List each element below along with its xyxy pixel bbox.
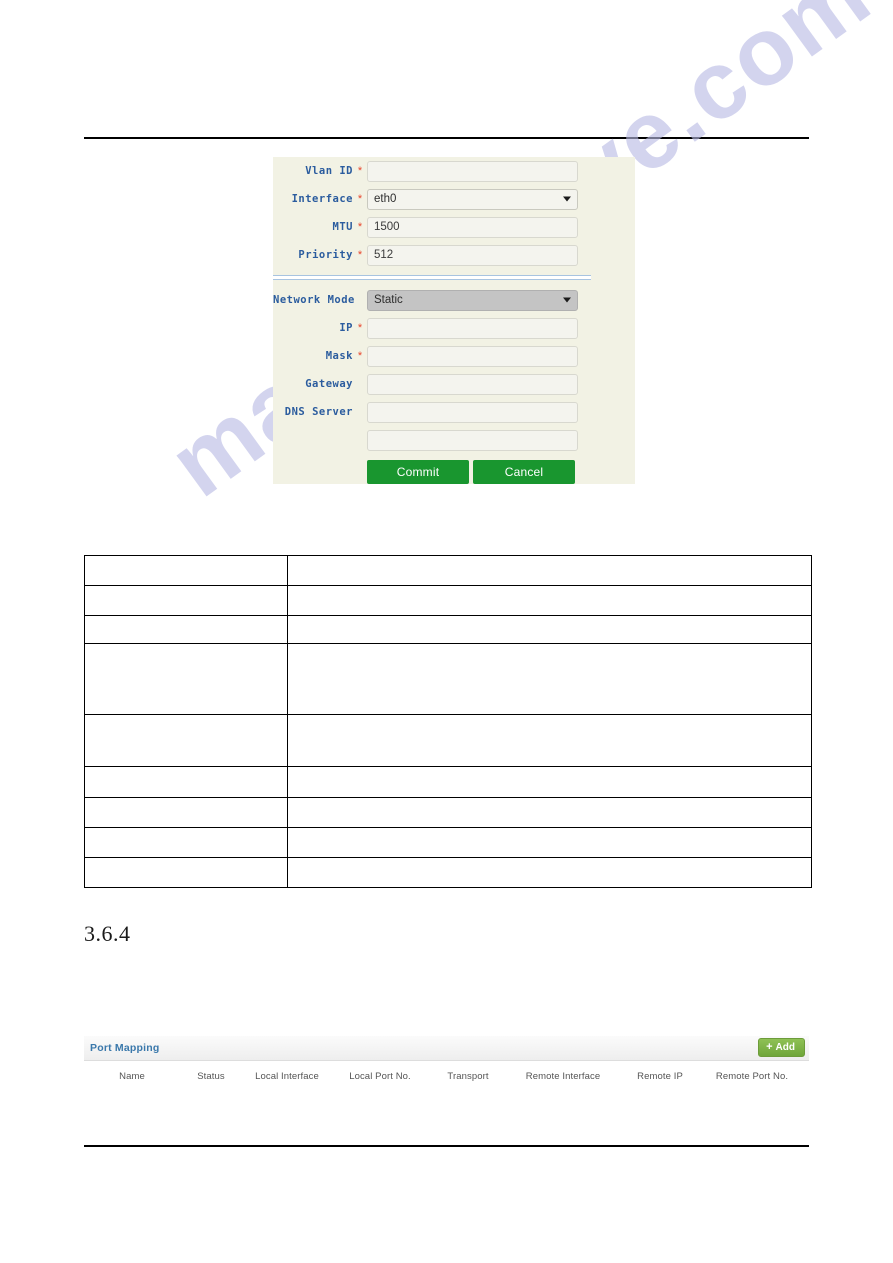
input-dns-server[interactable] — [367, 401, 578, 423]
form-row: IP * — [273, 314, 591, 342]
table-cell-description — [287, 643, 812, 715]
column-header: Status — [197, 1070, 225, 1082]
table-row — [84, 585, 812, 616]
form-row: Vlan ID * — [273, 157, 591, 185]
required-marker: * — [357, 192, 363, 205]
port-mapping-title: Port Mapping — [90, 1042, 160, 1054]
required-marker: * — [357, 248, 363, 261]
table-cell-parameter — [84, 555, 288, 586]
chevron-down-icon — [563, 196, 571, 202]
column-header: Remote IP — [637, 1070, 683, 1082]
column-header: Local Port No. — [349, 1070, 411, 1082]
cancel-button[interactable]: Cancel — [473, 460, 575, 484]
table-cell-description — [287, 555, 812, 586]
table-cell-parameter — [84, 766, 288, 798]
table-cell-parameter — [84, 643, 288, 715]
form-row — [273, 426, 591, 454]
form-section-divider — [273, 275, 591, 280]
vlan-form-fields: Vlan ID * Interface * eth0 MTU * Priority * Netwo… — [273, 157, 591, 484]
table-cell-description — [287, 766, 812, 798]
table-cell-parameter — [84, 615, 288, 644]
column-header: Name — [119, 1070, 145, 1082]
column-header: Local Interface — [255, 1070, 319, 1082]
form-row: Interface * eth0 — [273, 185, 591, 213]
table-row — [84, 714, 812, 767]
field-label: IP — [339, 322, 353, 334]
port-mapping-column-headers: Name Status Local Interface Local Port No. T… — [84, 1061, 809, 1088]
column-header: Transport — [447, 1070, 489, 1082]
select-interface[interactable]: eth0 — [367, 188, 578, 210]
form-row: DNS Server — [273, 398, 591, 426]
field-label: DNS Server — [284, 406, 353, 418]
table-cell-description — [287, 585, 812, 616]
field-label: Vlan ID — [305, 165, 353, 177]
form-row: Network Mode Static — [273, 286, 591, 314]
form-row: Mask * — [273, 342, 591, 370]
field-label: Network Mode — [273, 294, 355, 306]
table-cell-description — [287, 857, 812, 888]
input-priority[interactable] — [367, 244, 578, 266]
required-marker: * — [357, 220, 363, 233]
input-mtu[interactable] — [367, 216, 578, 238]
table-cell-description — [287, 615, 812, 644]
form-actions: Commit Cancel — [273, 460, 591, 484]
field-label: Gateway — [305, 378, 353, 390]
table-cell-description — [287, 797, 812, 828]
table-cell-parameter — [84, 827, 288, 858]
port-mapping-header: Port Mapping + Add — [84, 1036, 809, 1061]
page-title: 3.6.4 — [84, 921, 131, 946]
plus-icon: + — [766, 1041, 773, 1053]
select-network-mode[interactable]: Static — [367, 289, 578, 311]
input-ip[interactable] — [367, 317, 578, 339]
select-value: eth0 — [374, 192, 397, 205]
form-row: Gateway — [273, 370, 591, 398]
add-button[interactable]: + Add — [758, 1038, 805, 1057]
select-value: Static — [374, 293, 403, 306]
port-mapping-widget: Port Mapping + Add Name Status Local Inter… — [84, 1036, 809, 1142]
field-label: Interface — [291, 193, 353, 205]
required-marker: * — [357, 321, 363, 334]
vlan-configuration-panel: Vlan ID * Interface * eth0 MTU * Priority * Netwo… — [273, 157, 635, 484]
table-cell-parameter — [84, 585, 288, 616]
table-row — [84, 827, 812, 858]
form-row: Priority * — [273, 241, 591, 269]
port-mapping-rows — [84, 1088, 809, 1142]
column-header: Remote Port No. — [715, 1070, 789, 1082]
field-label: Mask — [325, 350, 353, 362]
required-marker: * — [357, 164, 363, 177]
table-cell-parameter — [84, 714, 288, 767]
required-marker: * — [357, 349, 363, 362]
parameter-description-table — [84, 555, 812, 888]
input-mask[interactable] — [367, 345, 578, 367]
table-row — [84, 555, 812, 586]
table-row — [84, 766, 812, 798]
table-row — [84, 615, 812, 644]
field-label: MTU — [332, 221, 353, 233]
table-row — [84, 797, 812, 828]
input-gateway[interactable] — [367, 373, 578, 395]
table-row — [84, 857, 812, 888]
table-cell-parameter — [84, 857, 288, 888]
table-row — [84, 643, 812, 715]
table-cell-description — [287, 827, 812, 858]
add-button-label: Add — [775, 1042, 795, 1053]
table-cell-parameter — [84, 797, 288, 828]
input-extra[interactable] — [367, 429, 578, 451]
commit-button[interactable]: Commit — [367, 460, 469, 484]
input-vlan-id[interactable] — [367, 160, 578, 182]
footer-rule — [84, 1145, 809, 1147]
chevron-down-icon — [563, 297, 571, 303]
table-cell-description — [287, 714, 812, 767]
field-label: Priority — [298, 249, 353, 261]
column-header: Remote Interface — [525, 1070, 601, 1082]
header-rule — [84, 137, 809, 139]
form-row: MTU * — [273, 213, 591, 241]
